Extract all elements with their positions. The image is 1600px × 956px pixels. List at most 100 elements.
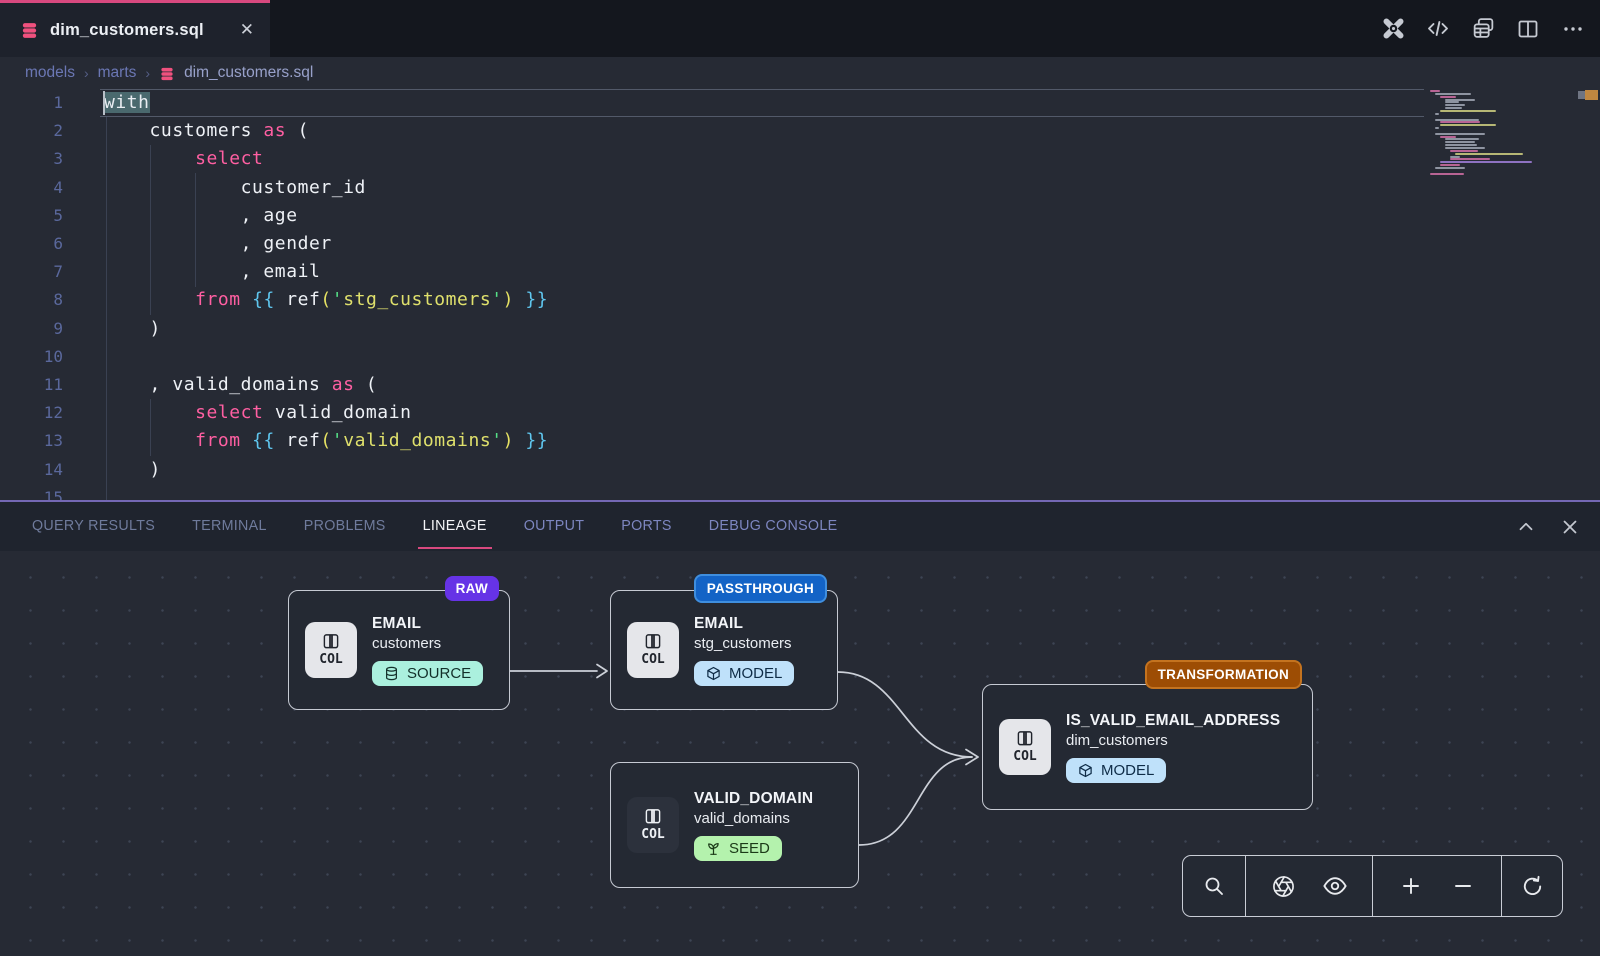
minimap-line (1440, 121, 1480, 123)
code-token (514, 430, 525, 451)
line-number[interactable]: 5 (0, 202, 63, 230)
code-token: from (195, 289, 241, 310)
lineage-node-customers[interactable]: RAW COL EMAIL customers SOURCE (288, 590, 510, 710)
code-line[interactable]: customers as ( (104, 117, 309, 145)
minimap[interactable] (1424, 88, 1546, 500)
code-token: , email (104, 261, 320, 282)
code-token: select (195, 148, 263, 169)
code-token: {{ (252, 430, 275, 451)
panel-tab-terminal[interactable]: TERMINAL (192, 502, 267, 551)
code-token (104, 289, 195, 310)
panel-tab-problems[interactable]: PROBLEMS (304, 502, 386, 551)
line-number[interactable]: 3 (0, 145, 63, 173)
line-number[interactable]: 10 (0, 343, 63, 371)
code-line[interactable]: ) (104, 315, 161, 343)
code-token (104, 430, 195, 451)
line-number[interactable]: 9 (0, 315, 63, 343)
lineage-node-stg-customers[interactable]: PASSTHROUGH COL EMAIL stg_customers MODE… (610, 590, 838, 710)
line-number[interactable]: 8 (0, 286, 63, 314)
code-line[interactable]: select valid_domain (104, 399, 411, 427)
query-results-icon[interactable] (1470, 16, 1496, 42)
line-number[interactable]: 15 (0, 484, 63, 500)
refresh-icon[interactable] (1518, 872, 1546, 900)
line-number[interactable]: 6 (0, 230, 63, 258)
line-number[interactable]: 13 (0, 427, 63, 455)
panel-tab-ports[interactable]: PORTS (621, 502, 672, 551)
code-token: as (263, 120, 286, 141)
code-line[interactable]: ) (104, 456, 161, 484)
code-token: {{ (252, 289, 275, 310)
code-line[interactable]: , valid_domains as ( (104, 371, 377, 399)
code-token (241, 430, 252, 451)
column-name: VALID_DOMAIN (694, 790, 813, 808)
code-token: ) (104, 459, 161, 480)
split-editor-icon[interactable] (1515, 16, 1541, 42)
code-token: stg_customers (343, 289, 491, 310)
line-number[interactable]: 7 (0, 258, 63, 286)
database-icon (159, 66, 175, 82)
more-actions-icon[interactable] (1560, 16, 1586, 42)
breadcrumb-separator: › (84, 65, 89, 81)
breadcrumb-separator: › (145, 65, 150, 81)
chevron-up-icon[interactable] (1514, 515, 1538, 539)
zoom-out-icon[interactable] (1449, 872, 1477, 900)
line-number[interactable]: 1 (0, 89, 63, 117)
minimap-line (1440, 136, 1456, 138)
line-number[interactable]: 2 (0, 117, 63, 145)
overview-ruler-marker (1578, 91, 1585, 99)
code-line[interactable]: , age (104, 202, 298, 230)
minimap-line (1445, 144, 1477, 146)
breadcrumb-file[interactable]: dim_customers.sql (184, 64, 313, 82)
lineage-node-valid-domains[interactable]: COL VALID_DOMAIN valid_domains SEED (610, 762, 859, 888)
code-line[interactable]: select (104, 145, 263, 173)
line-number[interactable]: 11 (0, 371, 63, 399)
dbt-icon[interactable] (1380, 16, 1406, 42)
panel-tab-output[interactable]: OUTPUT (524, 502, 585, 551)
text-cursor (103, 91, 105, 115)
code-token: ' (332, 289, 343, 310)
eye-icon[interactable] (1321, 872, 1349, 900)
zoom-in-icon[interactable] (1397, 872, 1425, 900)
minimap-line (1455, 153, 1523, 155)
breadcrumb-models[interactable]: models (25, 64, 75, 82)
code-icon[interactable] (1425, 16, 1451, 42)
code-line[interactable]: , gender (104, 230, 332, 258)
code-line[interactable]: from {{ ref('stg_customers') }} (104, 286, 548, 314)
minimap-line (1440, 96, 1456, 98)
line-number[interactable]: 14 (0, 456, 63, 484)
minimap-line (1440, 164, 1460, 166)
close-tab-icon[interactable]: ✕ (238, 20, 256, 40)
aperture-icon[interactable] (1269, 872, 1297, 900)
minimap-line (1440, 124, 1496, 126)
code-line[interactable]: , email (104, 258, 320, 286)
panel-tab-debug-console[interactable]: DEBUG CONSOLE (709, 502, 838, 551)
minimap-line (1445, 107, 1462, 109)
line-number[interactable]: 4 (0, 174, 63, 202)
panel-tab-query-results[interactable]: QUERY RESULTS (32, 502, 155, 551)
code-token: customers (104, 120, 263, 141)
column-chip: COL (627, 797, 679, 853)
panel-tab-lineage[interactable]: LINEAGE (423, 502, 487, 551)
line-number[interactable]: 12 (0, 399, 63, 427)
chip-label: COL (1013, 749, 1036, 764)
breadcrumb-marts[interactable]: marts (98, 64, 137, 82)
close-icon[interactable] (1558, 515, 1582, 539)
tab-dim-customers-sql[interactable]: dim_customers.sql ✕ (0, 0, 270, 57)
lineage-node-dim-customers[interactable]: TRANSFORMATION COL IS_VALID_EMAIL_ADDRES… (982, 684, 1313, 810)
minimap-line (1430, 173, 1464, 175)
table-name: customers (372, 635, 483, 652)
search-icon[interactable] (1200, 872, 1228, 900)
code-editor[interactable]: 1 with 2 customers as ( 3 select 4 customer_… (0, 88, 1600, 500)
code-line[interactable]: customer_id (104, 174, 366, 202)
code-token: , age (104, 205, 298, 226)
minimap-line (1445, 104, 1465, 106)
minimap-line (1450, 158, 1490, 160)
code-line[interactable]: with (104, 89, 150, 117)
table-name: stg_customers (694, 635, 794, 652)
code-token: ) (503, 289, 514, 310)
code-line[interactable]: from {{ ref('valid_domains') }} (104, 427, 548, 455)
code-token: from (195, 430, 241, 451)
minimap-line (1440, 161, 1532, 163)
lineage-canvas[interactable]: RAW COL EMAIL customers SOURCE (0, 551, 1600, 956)
seed-badge: SEED (694, 836, 782, 861)
